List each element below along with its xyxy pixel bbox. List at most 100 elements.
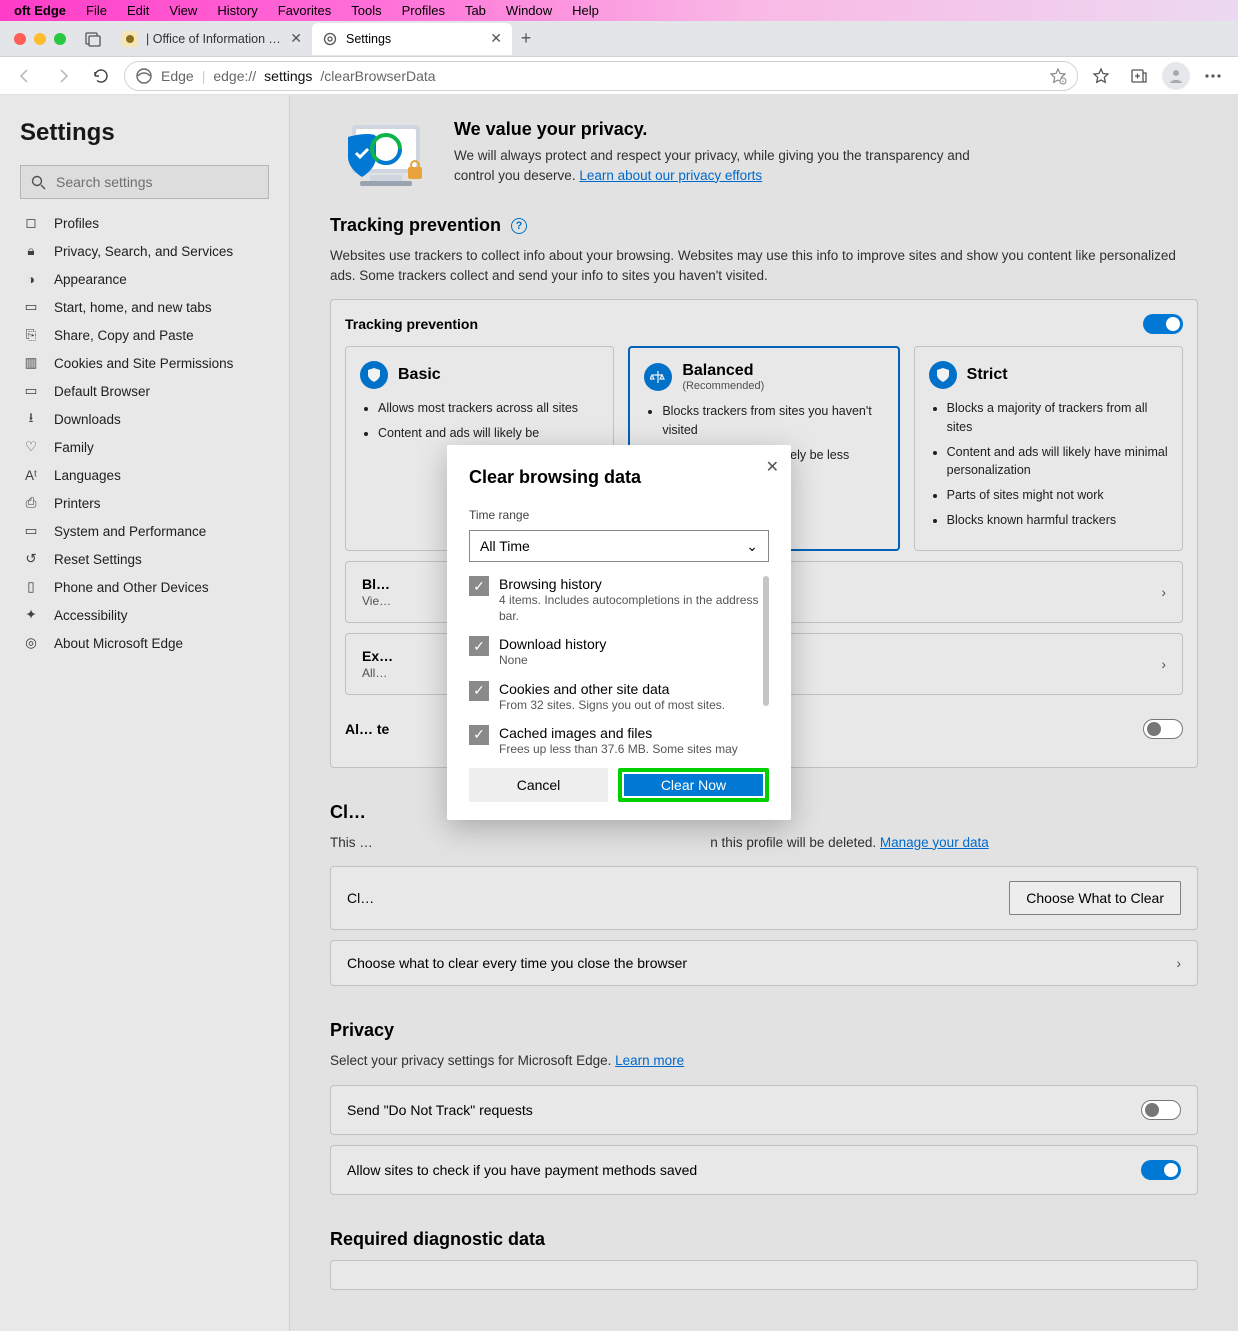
payment-toggle[interactable] (1141, 1160, 1181, 1180)
always-strict-toggle[interactable] (1143, 719, 1183, 739)
row-dnt: Send "Do Not Track" requests (330, 1085, 1198, 1135)
sidebar-item-share[interactable]: ⎘Share, Copy and Paste (20, 321, 269, 349)
minimize-window-button[interactable] (34, 33, 46, 45)
new-tab-button[interactable]: + (512, 28, 540, 49)
row-payment: Allow sites to check if you have payment… (330, 1145, 1198, 1195)
choose-what-to-clear-button[interactable]: Choose What to Clear (1009, 881, 1181, 915)
sidebar-item-printers[interactable]: ⎙Printers (20, 489, 269, 517)
sidebar-item-accessibility[interactable]: ✦Accessibility (20, 601, 269, 629)
chevron-right-icon: › (1176, 955, 1181, 971)
more-menu-button[interactable] (1198, 61, 1228, 91)
sidebar-item-family[interactable]: ♡Family (20, 433, 269, 461)
row-diagnostic[interactable] (330, 1260, 1198, 1290)
window-controls (14, 33, 66, 45)
search-field[interactable] (56, 174, 258, 190)
lock-icon: 🔒︎ (22, 243, 40, 259)
row-clear-now: Cl… Choose What to Clear (330, 866, 1198, 930)
sidebar-item-phone[interactable]: ▯Phone and Other Devices (20, 573, 269, 601)
privacy-illustration-icon (330, 119, 430, 191)
sidebar-item-appearance[interactable]: ◑Appearance (20, 265, 269, 293)
url-host: settings (264, 68, 312, 84)
shield-strict-icon (929, 361, 957, 389)
shield-icon (360, 361, 388, 389)
checkbox-checked-icon[interactable]: ✓ (469, 636, 489, 656)
forward-button[interactable] (48, 61, 78, 91)
privacy-efforts-link[interactable]: Learn about our privacy efforts (579, 168, 762, 183)
tab-title: | Office of Information Technol… (146, 32, 282, 46)
check-cache[interactable]: ✓ Cached images and filesFrees up less t… (469, 725, 761, 756)
menu-favorites[interactable]: Favorites (268, 3, 341, 18)
check-cookies[interactable]: ✓ Cookies and other site dataFrom 32 sit… (469, 681, 761, 713)
check-browsing-history[interactable]: ✓ Browsing history4 items. Includes auto… (469, 576, 761, 624)
privacy-description: Select your privacy settings for Microso… (330, 1051, 1198, 1071)
checkbox-checked-icon[interactable]: ✓ (469, 681, 489, 701)
hero-title: We value your privacy. (454, 119, 974, 140)
sidebar-item-privacy[interactable]: 🔒︎Privacy, Search, and Services (20, 237, 269, 265)
sidebar-item-profiles[interactable]: ◻Profiles (20, 209, 269, 237)
checkbox-checked-icon[interactable]: ✓ (469, 576, 489, 596)
maximize-window-button[interactable] (54, 33, 66, 45)
accessibility-icon: ✦ (22, 607, 40, 623)
hero-body: We will always protect and respect your … (454, 146, 974, 185)
sidebar-item-languages[interactable]: AᵗLanguages (20, 461, 269, 489)
collections-button[interactable] (1124, 61, 1154, 91)
menu-tools[interactable]: Tools (341, 3, 391, 18)
clear-now-button[interactable]: Clear Now (624, 774, 763, 796)
learn-more-link[interactable]: Learn more (615, 1053, 684, 1068)
tab-settings[interactable]: Settings ✕ (312, 23, 512, 55)
back-button[interactable] (10, 61, 40, 91)
manage-data-link[interactable]: Manage your data (880, 835, 989, 850)
tab-title: Settings (346, 32, 482, 46)
dialog-title: Clear browsing data (469, 467, 769, 488)
sidebar-item-default-browser[interactable]: ▭Default Browser (20, 377, 269, 405)
close-dialog-button[interactable]: ✕ (766, 457, 779, 477)
cookie-icon: ▥ (22, 355, 40, 371)
sidebar-item-downloads[interactable]: ⭳Downloads (20, 405, 269, 433)
tab-actions-button[interactable] (80, 26, 106, 52)
favorite-star-icon[interactable]: + (1049, 67, 1067, 85)
sidebar-item-start[interactable]: ▭Start, home, and new tabs (20, 293, 269, 321)
menu-view[interactable]: View (159, 3, 207, 18)
search-icon (31, 175, 46, 190)
profile-avatar[interactable] (1162, 62, 1190, 90)
sidebar-item-about[interactable]: ◎About Microsoft Edge (20, 629, 269, 657)
menu-history[interactable]: History (207, 3, 267, 18)
menu-profiles[interactable]: Profiles (392, 3, 455, 18)
row-clear-on-close[interactable]: Choose what to clear every time you clos… (330, 940, 1198, 986)
family-icon: ♡ (22, 439, 40, 455)
sidebar-item-reset[interactable]: ↺Reset Settings (20, 545, 269, 573)
menu-file[interactable]: File (76, 3, 117, 18)
sidebar-item-system[interactable]: ▭System and Performance (20, 517, 269, 545)
macos-menubar: oft Edge File Edit View History Favorite… (0, 0, 1238, 21)
search-settings-input[interactable] (20, 165, 269, 199)
menu-window[interactable]: Window (496, 3, 562, 18)
address-bar[interactable]: Edge | edge://settings/clearBrowserData … (124, 61, 1078, 91)
checkbox-checked-icon[interactable]: ✓ (469, 725, 489, 745)
section-diagnostic: Required diagnostic data (330, 1229, 1198, 1250)
menu-help[interactable]: Help (562, 3, 609, 18)
page-title: Settings (20, 119, 269, 147)
close-tab-icon[interactable]: ✕ (290, 30, 302, 47)
omnibox-identity: Edge (161, 68, 194, 84)
cancel-button[interactable]: Cancel (469, 768, 608, 802)
menu-tab[interactable]: Tab (455, 3, 496, 18)
reload-button[interactable] (86, 61, 116, 91)
chevron-right-icon: › (1161, 584, 1166, 600)
dnt-toggle[interactable] (1141, 1100, 1181, 1120)
favorites-button[interactable] (1086, 61, 1116, 91)
svg-text:+: + (1062, 79, 1065, 85)
clear-description: This … n this profile will be deleted. M… (330, 833, 1198, 853)
time-range-select[interactable]: All Time ⌄ (469, 530, 769, 562)
help-icon[interactable]: ? (511, 218, 527, 234)
tracking-toggle[interactable] (1143, 314, 1183, 334)
sidebar-item-cookies[interactable]: ▥Cookies and Site Permissions (20, 349, 269, 377)
tab-strip: | Office of Information Technol… ✕ Setti… (0, 21, 1238, 57)
close-tab-icon[interactable]: ✕ (490, 30, 502, 47)
app-name[interactable]: oft Edge (4, 3, 76, 18)
menu-edit[interactable]: Edit (117, 3, 159, 18)
tab-office-it[interactable]: | Office of Information Technol… ✕ (112, 23, 312, 55)
browser-icon: ▭ (22, 383, 40, 399)
card-strict[interactable]: Strict Blocks a majority of trackers fro… (914, 346, 1183, 551)
check-download-history[interactable]: ✓ Download historyNone (469, 636, 761, 668)
close-window-button[interactable] (14, 33, 26, 45)
